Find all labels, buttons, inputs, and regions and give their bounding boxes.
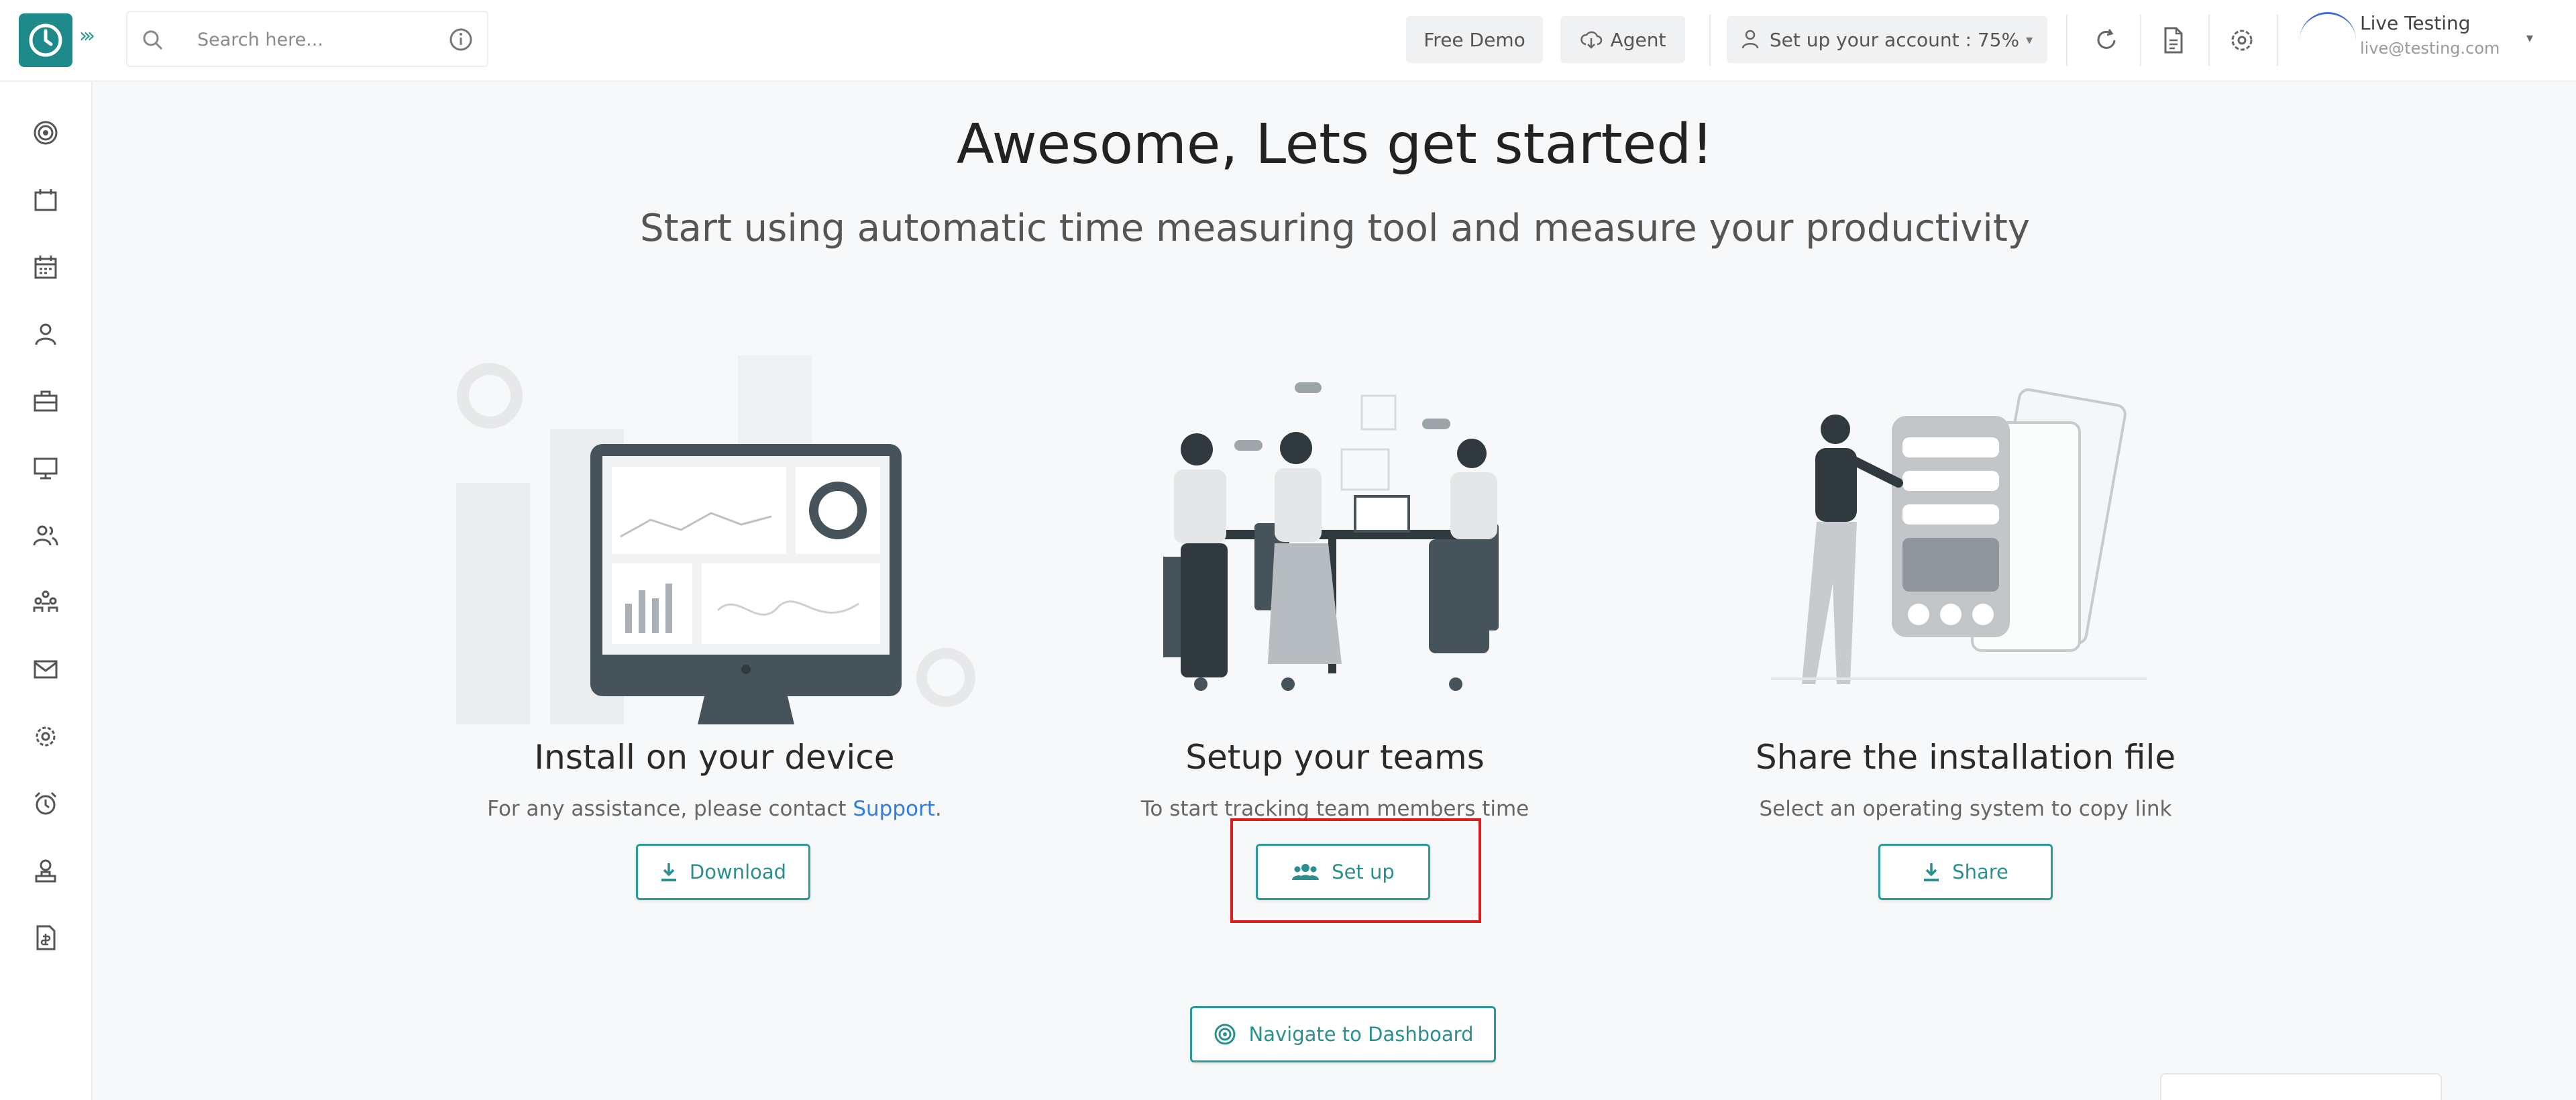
search-input[interactable]: Search here... <box>197 30 323 50</box>
settings-icon <box>36 726 56 747</box>
chevron-down-icon: ▾ <box>2026 32 2033 48</box>
setup-teams-illustration <box>1163 382 1499 691</box>
briefcase-icon <box>34 390 58 412</box>
divider <box>1709 15 1711 66</box>
agent-icon <box>35 859 56 883</box>
report-icon <box>36 925 56 950</box>
download-button[interactable]: Download <box>636 844 810 900</box>
navigate-dashboard-button[interactable]: Navigate to Dashboard <box>1190 1006 1496 1062</box>
share-file-illustration <box>1771 388 2147 684</box>
navigate-dashboard-label: Navigate to Dashboard <box>1248 1023 1474 1046</box>
dashboard-icon <box>1214 1024 1236 1045</box>
highlight-annotation <box>1230 818 1481 923</box>
share-button[interactable]: Share <box>1878 844 2053 900</box>
share-card-description: Select an operating system to copy link <box>1759 797 2172 821</box>
user-name: Live Testing <box>2360 12 2471 34</box>
install-card-description: For any assistance, please contact Suppo… <box>426 797 1003 821</box>
sidebar-item-team[interactable] <box>31 588 60 617</box>
sidebar-item-dashboard[interactable] <box>31 118 60 148</box>
dashboard-icon <box>34 121 58 145</box>
document-icon[interactable] <box>2159 25 2188 55</box>
install-card-title: Install on your device <box>534 738 895 777</box>
teams-card-title: Setup your teams <box>1185 738 1485 777</box>
install-device-illustration <box>456 355 975 724</box>
divider <box>2277 15 2278 66</box>
top-bar: ››› Search here... Free Demo Agent Set u… <box>0 0 2576 82</box>
user-progress-icon <box>1741 30 1759 49</box>
calendar-icon <box>34 189 57 211</box>
share-label: Share <box>1952 861 2008 883</box>
user-icon <box>35 323 56 345</box>
sidebar-item-alarm[interactable] <box>31 789 60 818</box>
free-demo-label: Free Demo <box>1424 28 1525 51</box>
settings-icon[interactable] <box>2227 25 2257 55</box>
divider <box>2208 15 2210 66</box>
search-icon <box>143 30 163 50</box>
agent-button[interactable]: Agent <box>1560 16 1685 63</box>
clock-logo-icon <box>29 23 62 57</box>
user-menu-chevron-icon[interactable]: ▾ <box>2526 30 2533 46</box>
support-link[interactable]: Support <box>853 797 935 821</box>
refresh-icon[interactable] <box>2092 25 2121 55</box>
search-box[interactable]: Search here... <box>126 11 488 67</box>
divider <box>2066 15 2068 66</box>
download-label: Download <box>689 861 787 883</box>
sidebar <box>0 82 93 1100</box>
sidebar-item-users[interactable] <box>31 520 60 550</box>
avatar[interactable] <box>2300 12 2356 68</box>
free-demo-button[interactable]: Free Demo <box>1406 16 1543 63</box>
sidebar-item-projects[interactable] <box>31 386 60 416</box>
app-logo[interactable] <box>19 13 72 67</box>
schedule-icon <box>34 256 57 279</box>
teams-card-description: To start tracking team members time <box>1140 797 1529 821</box>
install-card-description-text: For any assistance, please contact <box>487 797 853 821</box>
expand-sidebar-icon[interactable]: ››› <box>79 24 95 48</box>
sidebar-item-agent[interactable] <box>31 856 60 885</box>
page-subtitle: Start using automatic time measuring too… <box>640 207 2030 250</box>
mail-icon <box>34 660 58 679</box>
sidebar-item-calendar[interactable] <box>31 185 60 215</box>
sidebar-item-settings[interactable] <box>31 722 60 751</box>
download-icon <box>661 863 676 881</box>
sidebar-item-monitor[interactable] <box>31 453 60 483</box>
divider <box>2140 15 2141 66</box>
share-card-title: Share the installation file <box>1755 738 2176 777</box>
sidebar-item-schedule[interactable] <box>31 252 60 282</box>
download-icon <box>1924 863 1939 881</box>
users-icon <box>33 525 58 546</box>
agent-label: Agent <box>1610 28 1666 51</box>
user-email: live@testing.com <box>2360 39 2500 58</box>
alarm-icon <box>34 791 57 815</box>
team-icon <box>33 590 58 612</box>
setup-account-dropdown[interactable]: Set up your account : 75% ▾ <box>1727 16 2047 63</box>
sidebar-item-reports[interactable] <box>31 923 60 952</box>
monitor-icon <box>34 457 58 480</box>
sidebar-item-mail[interactable] <box>31 655 60 684</box>
chat-widget[interactable] <box>2160 1073 2442 1100</box>
cloud-download-icon <box>1580 31 1602 49</box>
info-icon[interactable] <box>448 27 474 52</box>
sidebar-item-user[interactable] <box>31 319 60 349</box>
setup-account-label: Set up your account : 75% <box>1769 28 2020 51</box>
page-title: Awesome, Lets get started! <box>956 113 1714 176</box>
install-card-description-suffix: . <box>934 797 942 821</box>
